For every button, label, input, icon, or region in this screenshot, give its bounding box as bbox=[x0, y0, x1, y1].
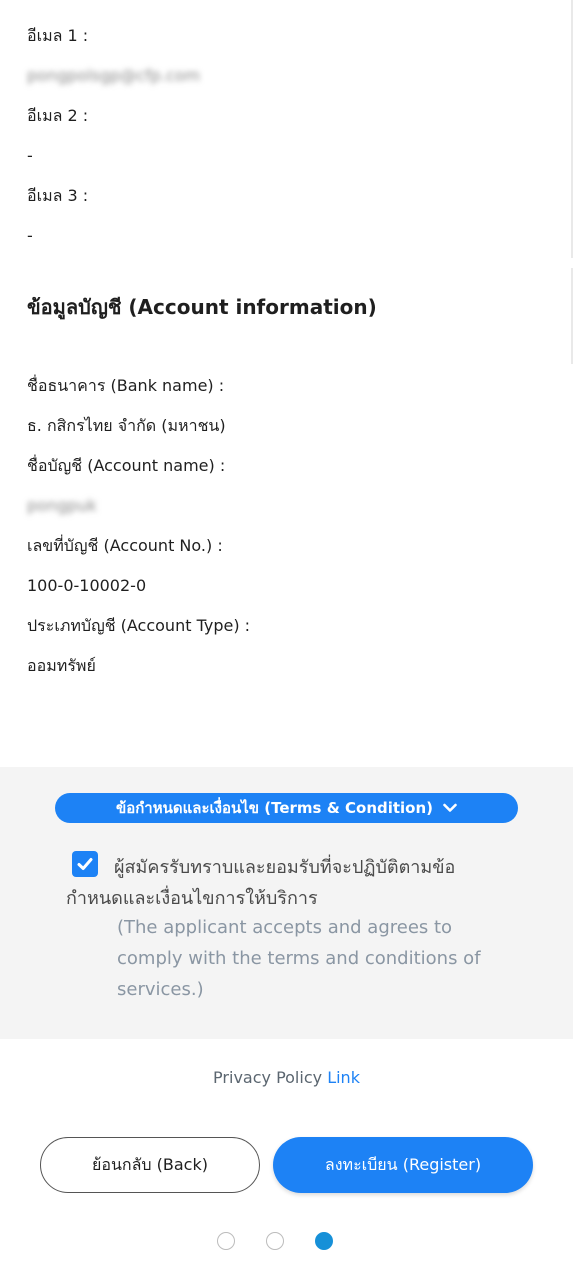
email-1-label: อีเมล 1 : bbox=[27, 26, 89, 45]
privacy-policy: Privacy Policy Link bbox=[0, 1068, 573, 1088]
email-3-label: อีเมล 3 : bbox=[27, 186, 89, 205]
register-button[interactable]: ลงทะเบียน (Register) bbox=[273, 1137, 533, 1193]
accept-terms-text-th: ผู้สมัครรับทราบและยอมรับที่จะปฏิบัติตามข… bbox=[66, 857, 456, 909]
privacy-policy-link[interactable]: Link bbox=[327, 1068, 360, 1087]
account-section-title: ข้อมูลบัญชี (Account information) bbox=[27, 295, 377, 319]
email-2-value: - bbox=[27, 146, 33, 165]
accept-terms-text-en: (The applicant accepts and agrees to com… bbox=[117, 917, 481, 1000]
chevron-down-icon bbox=[443, 803, 457, 812]
terms-toggle-label: ข้อกำหนดและเงื่อนไข (Terms & Condition) bbox=[115, 799, 434, 817]
pagination-dot-1 bbox=[217, 1232, 235, 1250]
privacy-policy-text: Privacy Policy bbox=[213, 1068, 323, 1087]
pagination-dot-3 bbox=[315, 1232, 333, 1250]
account-name-value: pongpuk bbox=[27, 496, 97, 515]
account-no-value: 100-0-10002-0 bbox=[27, 576, 147, 595]
email-2-label: อีเมล 2 : bbox=[27, 106, 89, 125]
bank-name-label: ชื่อธนาคาร (Bank name) : bbox=[27, 376, 225, 395]
account-type-value: ออมทรัพย์ bbox=[27, 656, 96, 675]
account-no-label: เลขที่บัญชี (Account No.) : bbox=[27, 536, 223, 555]
back-button-label: ย้อนกลับ (Back) bbox=[92, 1154, 208, 1174]
pagination-dot-2 bbox=[266, 1232, 284, 1250]
back-button[interactable]: ย้อนกลับ (Back) bbox=[40, 1137, 260, 1193]
terms-toggle-button[interactable]: ข้อกำหนดและเงื่อนไข (Terms & Condition) bbox=[55, 793, 518, 823]
email-3-value: - bbox=[27, 226, 33, 245]
account-type-label: ประเภทบัญชี (Account Type) : bbox=[27, 616, 251, 635]
email-1-value: pongpolsgp@cfp.com bbox=[27, 66, 201, 85]
register-button-label: ลงทะเบียน (Register) bbox=[324, 1154, 482, 1174]
bank-name-value: ธ. กสิกรไทย จำกัด (มหาชน) bbox=[27, 416, 226, 435]
account-name-label: ชื่อบัญชี (Account name) : bbox=[27, 456, 226, 475]
